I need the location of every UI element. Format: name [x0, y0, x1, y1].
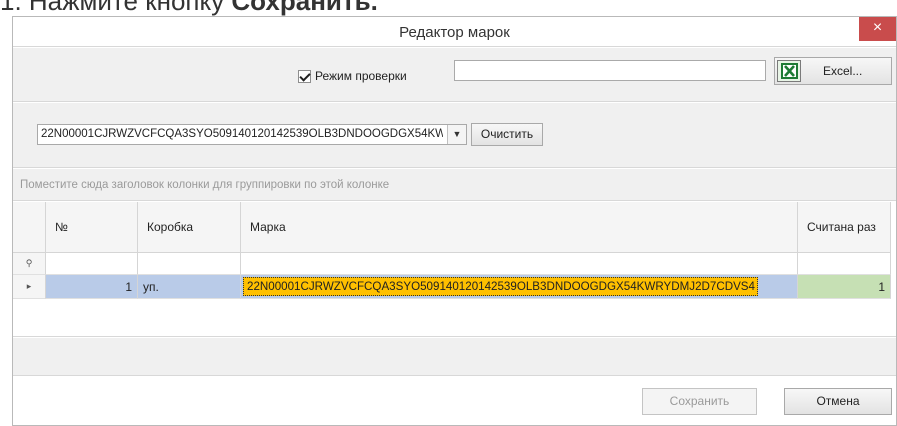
- document-heading-strong: Сохранить.: [231, 0, 378, 16]
- chevron-down-icon[interactable]: ▼: [447, 125, 466, 144]
- filter-row-icon: ⚲: [13, 253, 46, 275]
- excel-icon: [777, 60, 801, 82]
- row-indicator-header: [13, 202, 46, 253]
- grid-footer-strip: [13, 338, 896, 376]
- filter-bar: 22N00001CJRWZVCFCQA3SYO509140120142539OL…: [13, 103, 896, 168]
- check-mode-label: Режим проверки: [315, 69, 407, 83]
- close-button[interactable]: ×: [859, 17, 896, 41]
- current-row-icon: ▸: [13, 275, 46, 299]
- document-heading: 1. Нажмите кнопку Сохранить.: [0, 0, 897, 16]
- dialog-footer: Сохранить Отмена: [13, 377, 896, 425]
- group-by-hint: Поместите сюда заголовок колонки для гру…: [20, 179, 390, 191]
- column-header-mark[interactable]: Марка: [241, 202, 798, 253]
- cancel-button[interactable]: Отмена: [784, 388, 892, 415]
- column-header-num[interactable]: №: [46, 202, 138, 253]
- dialog-titlebar: Редактор марок ×: [13, 17, 896, 47]
- table-row-mark: 22N00001CJRWZVCFCQA3SYO509140120142539OL…: [243, 277, 758, 296]
- clear-button[interactable]: Очистить: [471, 123, 543, 146]
- table-row-count[interactable]: 1: [798, 275, 891, 299]
- mark-combobox[interactable]: 22N00001CJRWZVCFCQA3SYO509140120142539OL…: [37, 124, 467, 145]
- mark-combobox-value: 22N00001CJRWZVCFCQA3SYO509140120142539OL…: [41, 128, 443, 140]
- table-row-mark-cell[interactable]: 22N00001CJRWZVCFCQA3SYO509140120142539OL…: [241, 275, 798, 299]
- check-input-field[interactable]: [454, 60, 766, 81]
- table-row-box[interactable]: уп.: [138, 275, 241, 299]
- marks-grid: № Коробка Марка Считана раз ⚲ ▸ 1 уп. 22…: [13, 202, 896, 337]
- table-row-num[interactable]: 1: [46, 275, 138, 299]
- save-button[interactable]: Сохранить: [642, 388, 757, 415]
- mark-editor-dialog: Редактор марок × Режим проверки Excel...…: [12, 16, 897, 426]
- filter-cell-num[interactable]: [46, 253, 138, 275]
- filter-cell-box[interactable]: [138, 253, 241, 275]
- excel-button-label: Excel...: [823, 64, 863, 78]
- filter-cell-mark[interactable]: [241, 253, 798, 275]
- column-header-count[interactable]: Считана раз: [798, 202, 891, 253]
- toolbar: Режим проверки Excel...: [13, 48, 896, 102]
- excel-button[interactable]: Excel...: [774, 57, 892, 85]
- check-mode-checkbox[interactable]: [298, 69, 311, 83]
- column-header-box[interactable]: Коробка: [138, 202, 241, 253]
- check-mode-toggle[interactable]: Режим проверки: [298, 68, 407, 84]
- filter-cell-count[interactable]: [798, 253, 891, 275]
- close-icon: ×: [872, 19, 883, 36]
- dialog-title: Редактор марок: [399, 24, 510, 41]
- group-by-panel[interactable]: Поместите сюда заголовок колонки для гру…: [13, 169, 896, 201]
